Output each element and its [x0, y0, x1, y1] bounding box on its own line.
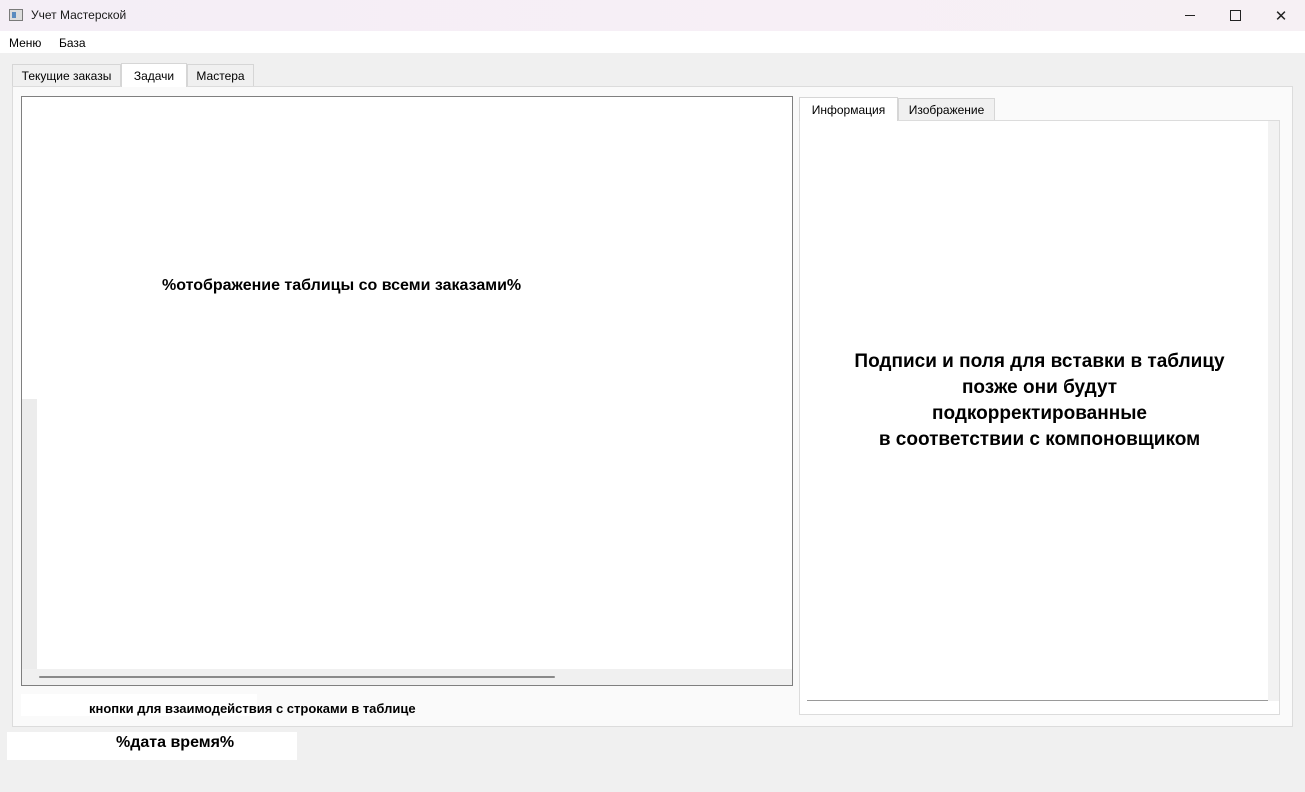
maximize-button[interactable]	[1212, 0, 1258, 31]
menu-item-database[interactable]: База	[59, 36, 86, 50]
minimize-icon	[1185, 15, 1195, 16]
orders-table[interactable]	[21, 96, 793, 686]
table-row-header	[22, 399, 37, 669]
information-placeholder: Подписи и поля для вставки в таблицу поз…	[807, 349, 1272, 453]
menu-bar: Меню База	[0, 31, 1305, 53]
info-line-4: в соответствии с компоновщиком	[878, 429, 1201, 450]
window-title: Учет Мастерской	[31, 8, 127, 22]
scrollbar-thumb[interactable]	[39, 676, 555, 678]
row-buttons-placeholder: кнопки для взаимодействия с строками в т…	[89, 701, 416, 716]
datetime-placeholder: %дата время%	[116, 734, 235, 751]
app-icon	[9, 9, 23, 21]
title-bar: Учет Мастерской ✕	[0, 0, 1305, 31]
tab-image[interactable]: Изображение	[898, 98, 995, 120]
horizontal-scrollbar[interactable]	[22, 669, 792, 685]
menu-item-menu[interactable]: Меню	[9, 36, 41, 50]
info-line-2: позже они будут	[961, 377, 1118, 398]
close-icon: ✕	[1274, 7, 1288, 25]
close-button[interactable]: ✕	[1258, 0, 1304, 31]
orders-table-placeholder: %отображение таблицы со всеми заказами%	[162, 277, 522, 294]
info-line-3: подкорректированные	[932, 403, 1147, 424]
tab-masters[interactable]: Мастера	[187, 64, 254, 86]
tab-tasks[interactable]: Задачи	[121, 63, 187, 87]
tab-current-orders[interactable]: Текущие заказы	[12, 64, 121, 86]
tab-information[interactable]: Информация	[799, 97, 898, 121]
maximize-icon	[1229, 10, 1241, 21]
info-line-1: Подписи и поля для вставки в таблицу	[854, 351, 1225, 372]
minimize-button[interactable]	[1167, 0, 1213, 31]
